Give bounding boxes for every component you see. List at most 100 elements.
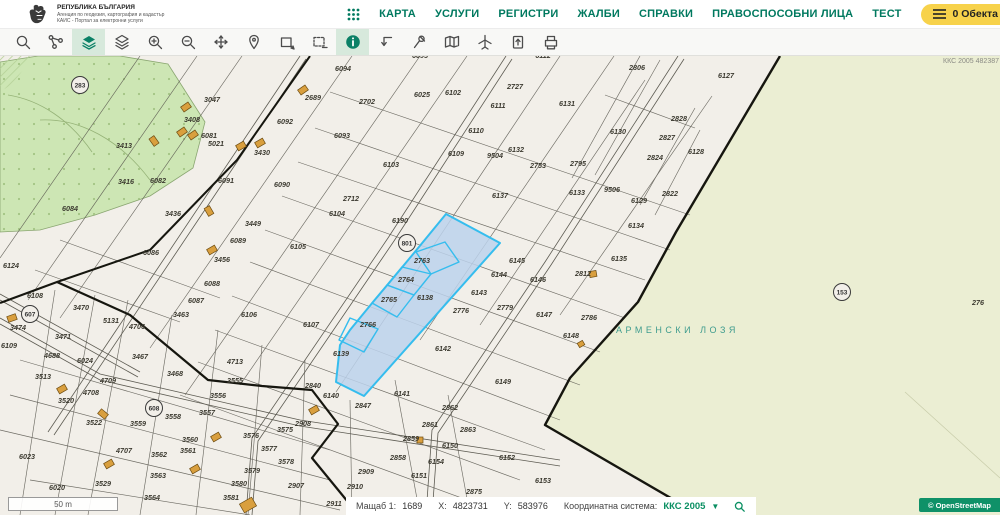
parcel-number-label: 3576: [243, 431, 260, 440]
parcel-number-label: 6108: [27, 291, 43, 300]
parcel-number-label: 6190: [392, 216, 408, 225]
parcel-number-label: 3513: [35, 372, 51, 381]
parcel-number-label: 6132: [508, 145, 524, 154]
parcel-number-label: 6023: [19, 452, 35, 461]
parcel-number-label: 2828: [670, 114, 687, 123]
parcel-number-label: 6092: [277, 117, 293, 126]
parcel-number-label: 3557: [199, 408, 216, 417]
parcel-number-label: 3577: [261, 444, 278, 453]
plane-icon: [476, 33, 494, 51]
parcel-number-label: 6151: [411, 471, 427, 480]
parcel-number-label: 6146: [530, 275, 547, 284]
parcel-number-label: 2776: [452, 306, 470, 315]
crs-dropdown-caret[interactable]: ▼: [711, 502, 719, 511]
parcel-number-label: 4706: [128, 322, 146, 331]
parcel-number-label: 2753: [529, 161, 546, 170]
parcel-number-label: 6131: [559, 99, 575, 108]
plane-button[interactable]: [468, 29, 501, 55]
parcel-number-label: 6025: [414, 90, 431, 99]
nav-item-registri[interactable]: РЕГИСТРИ: [498, 8, 558, 20]
parcel-number-label: 6137: [492, 191, 509, 200]
topology-button[interactable]: [39, 29, 72, 55]
parcel-number-label: 2822: [661, 189, 678, 198]
parcel-number-label: 2806: [628, 63, 646, 72]
parcel-number-label: 6152: [499, 453, 515, 462]
nav-item-test[interactable]: ТЕСТ: [872, 8, 901, 20]
search-button[interactable]: [6, 29, 39, 55]
parcel-number-label: 6110: [468, 126, 483, 135]
pushpin-button[interactable]: [402, 29, 435, 55]
parcel-number-label: 6024: [77, 356, 93, 365]
parcel-number-label: 6141: [394, 389, 410, 398]
nav-item-karta[interactable]: КАРТА: [379, 8, 416, 20]
parcel-number-label: 6127: [718, 71, 735, 80]
map-sheet-button[interactable]: [435, 29, 468, 55]
objects-button-label: 0 Обекта: [953, 8, 999, 20]
nav-item-zhalbi[interactable]: ЖАЛБИ: [577, 8, 620, 20]
x-label: X:: [438, 501, 447, 511]
layers-button[interactable]: [72, 29, 105, 55]
road-number-circle: 153: [834, 284, 851, 301]
location-pin-icon: [245, 33, 263, 51]
select-rect-button[interactable]: [270, 29, 303, 55]
parcel-number-label: 3474: [10, 323, 26, 332]
parcel-number-label: 2862: [441, 403, 458, 412]
parcel-number-label: 6134: [628, 221, 644, 230]
app-header: РЕПУБЛИКА БЪЛГАРИЯ Агенция по геодезия, …: [0, 0, 1000, 28]
parcel-number-label: 2763: [413, 256, 430, 265]
parcel-number-label: 6154: [428, 457, 444, 466]
objects-button[interactable]: 0 Обекта: [921, 4, 1000, 25]
previous-extent-button[interactable]: [369, 29, 402, 55]
parcel-number-label: 6138: [417, 293, 433, 302]
parcel-number-label: 3449: [245, 219, 261, 228]
parcel-number-label: 2907: [287, 481, 305, 490]
info-button[interactable]: [336, 29, 369, 55]
brand-portal: КАИС - Портал за електронни услуги: [57, 18, 164, 24]
parcel-number-label: 2795: [569, 159, 587, 168]
parcel-number-label: 3463: [173, 310, 189, 319]
layer-stack-icon: [113, 33, 131, 51]
apps-grid-icon[interactable]: [347, 8, 360, 21]
parcel-number-label: 3467: [132, 352, 149, 361]
parcel-number-label: 6144: [491, 270, 507, 279]
parcel-number-label: 3430: [254, 148, 270, 157]
parcel-number-label: 2765: [380, 295, 398, 304]
scale-bar: 50 m: [8, 497, 118, 511]
print-button[interactable]: [534, 29, 567, 55]
select-rect-icon: [278, 33, 296, 51]
parcel-number-label: 3559: [130, 419, 146, 428]
export-document-icon: [509, 33, 527, 51]
parcel-number-label: 3561: [180, 446, 196, 455]
zoom-out-button[interactable]: [171, 29, 204, 55]
crs-value[interactable]: ККС 2005: [663, 501, 705, 512]
layer-stack-button[interactable]: [105, 29, 138, 55]
deselect-rect-button[interactable]: [303, 29, 336, 55]
parcel-number-label: 2861: [421, 420, 438, 429]
live-coordinates-overlay: ККС 2005 482387: [943, 58, 999, 65]
parcel-number-label: 3562: [151, 450, 167, 459]
nav-item-pravosposobni-litsa[interactable]: ПРАВОСПОСОБНИ ЛИЦА: [712, 8, 853, 20]
zoom-out-icon: [179, 33, 197, 51]
statusbar-search-button[interactable]: [733, 500, 746, 513]
brand-republic: РЕПУБЛИКА БЪЛГАРИЯ: [57, 4, 164, 12]
nav-item-uslugi[interactable]: УСЛУГИ: [435, 8, 479, 20]
zoom-in-button[interactable]: [138, 29, 171, 55]
pan-button[interactable]: [204, 29, 237, 55]
scale-value: 1689: [402, 501, 422, 511]
nav-item-spravki[interactable]: СПРАВКИ: [639, 8, 693, 20]
crs-label: Координатна система:: [564, 501, 657, 511]
parcel-number-label: 6150: [442, 441, 458, 450]
parcel-number-label: 2847: [354, 401, 372, 410]
parcel-number-label: 276: [971, 298, 985, 307]
parcel-number-label: 6091: [218, 176, 234, 185]
map-toolbar: [0, 28, 1000, 56]
parcel-number-label: 2786: [580, 313, 598, 322]
parcel-number-label: 2859: [402, 434, 419, 443]
location-pin-button[interactable]: [237, 29, 270, 55]
export-document-button[interactable]: [501, 29, 534, 55]
map-canvas[interactable]: 6094609561122806612727276025610227026111…: [0, 56, 1000, 515]
info-icon: [344, 33, 362, 51]
parcel-number-label: 2689: [304, 93, 321, 102]
osm-attribution[interactable]: © OpenStreetMap: [919, 498, 1000, 512]
parcel-number-label: 3436: [165, 209, 182, 218]
